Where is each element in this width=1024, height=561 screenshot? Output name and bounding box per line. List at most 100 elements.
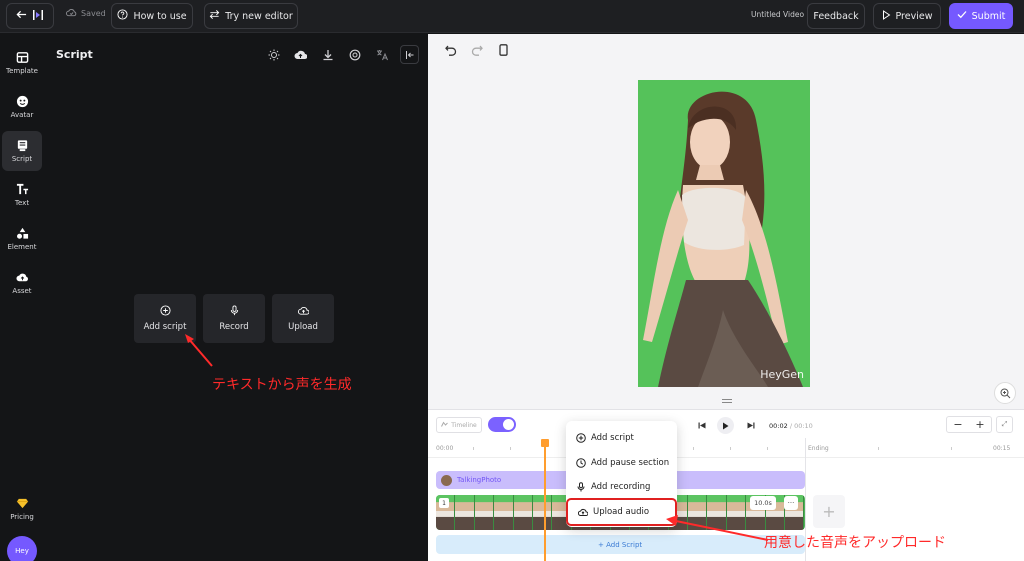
watermark: HeyGen: [760, 368, 804, 381]
zoom-out-icon[interactable]: −: [953, 418, 962, 431]
menu-item-add-recording[interactable]: Add recording: [566, 475, 677, 499]
plus-small-icon: +: [598, 541, 607, 549]
top-bar: Saved How to use Try new editor Untitled…: [0, 0, 1024, 33]
phone-ratio-icon[interactable]: [496, 43, 510, 57]
playhead[interactable]: [541, 439, 549, 561]
nav-label-text: Text: [14, 199, 30, 207]
saved-status: Saved: [66, 8, 106, 19]
annotation-arrow-right: [666, 515, 769, 541]
skip-back-icon: [698, 422, 705, 429]
bulb-icon[interactable]: [265, 46, 282, 63]
feedback-label: Feedback: [813, 10, 859, 22]
feedback-button[interactable]: Feedback: [807, 3, 865, 29]
clip-frame: [474, 495, 495, 530]
timeline-mode-button[interactable]: Timeline: [436, 417, 482, 433]
talking-photo-label: TalkingPhoto: [457, 476, 502, 484]
play-outline-icon: [882, 9, 891, 23]
menu-item-add-script[interactable]: Add script: [566, 426, 677, 450]
add-script-track-label[interactable]: + Add Script: [598, 541, 642, 549]
total-time: / 00:10: [789, 422, 813, 430]
nav-item-text[interactable]: Text: [2, 175, 42, 215]
diamond-icon: [16, 498, 28, 509]
play-button[interactable]: [717, 417, 734, 434]
menu-label: Add script: [591, 433, 634, 443]
back-button[interactable]: [6, 3, 54, 29]
microphone-icon: [577, 482, 585, 492]
submit-button[interactable]: Submit: [949, 3, 1013, 29]
ruler-tick: [473, 447, 474, 450]
how-to-use-button[interactable]: How to use: [111, 3, 193, 29]
template-icon: [16, 52, 28, 63]
how-to-use-label: How to use: [133, 10, 187, 22]
collapse-panel-icon[interactable]: [400, 45, 419, 64]
video-title[interactable]: Untitled Video: [751, 10, 804, 19]
cloud-upload-icon[interactable]: [292, 46, 309, 63]
current-time: 00:02: [769, 422, 788, 430]
menu-item-upload-audio[interactable]: Upload audio: [566, 498, 677, 526]
nav-item-pricing[interactable]: Pricing: [2, 489, 42, 529]
menu-item-add-pause-section[interactable]: Add pause section: [566, 451, 677, 475]
pause-clock-icon: [576, 458, 586, 468]
submit-label: Submit: [971, 10, 1006, 22]
clip-frame: [455, 495, 475, 530]
ruler-right-label: 00:15: [993, 445, 1011, 452]
question-circle-icon: [117, 9, 128, 23]
app-root: Saved How to use Try new editor Untitled…: [0, 0, 1024, 561]
clip-number: 1: [439, 498, 449, 508]
script-panel: Script Add script Record Upload: [44, 34, 428, 561]
undo-icon[interactable]: [444, 43, 458, 57]
annotation-text-left: テキストから声を生成: [212, 377, 352, 393]
nav-label-pricing: Pricing: [10, 513, 34, 521]
openai-icon[interactable]: [346, 46, 363, 63]
add-clip-button[interactable]: +: [813, 495, 845, 528]
timeline-icon: [441, 421, 449, 429]
clip-frame: [532, 495, 553, 530]
skip-back-button[interactable]: [693, 417, 710, 434]
cloud-check-icon: [66, 8, 77, 19]
ruler-tick: [693, 447, 694, 450]
nav-label-asset: Asset: [12, 287, 32, 295]
person-figure: [643, 91, 803, 387]
arrow-left-icon: [16, 9, 27, 23]
menu-label: Upload audio: [593, 507, 650, 517]
preview-button[interactable]: Preview: [873, 3, 941, 29]
preview-area: HeyGen: [428, 34, 1024, 409]
zoom-in-plus-icon[interactable]: +: [975, 418, 984, 431]
plus-circle-icon: [576, 433, 586, 443]
element-icon: [16, 227, 28, 239]
redo-icon[interactable]: [470, 43, 484, 57]
cloud-upload-icon: [578, 508, 588, 516]
user-avatar-label: Hey: [15, 547, 29, 555]
try-new-editor-button[interactable]: Try new editor: [204, 3, 298, 29]
upload-tile[interactable]: Upload: [272, 294, 334, 343]
plus-circle-icon: [159, 305, 171, 316]
nav-item-element[interactable]: Element: [2, 219, 42, 259]
user-avatar[interactable]: Hey: [7, 536, 37, 561]
avatar-photo[interactable]: HeyGen: [638, 80, 810, 387]
ruler-tick: [767, 447, 768, 450]
expand-icon: ⤢: [1001, 420, 1008, 428]
nav-item-script[interactable]: Script: [2, 131, 42, 171]
clip-more-button[interactable]: ···: [784, 496, 798, 510]
skip-forward-button[interactable]: [742, 417, 759, 434]
add-script-text: Add Script: [606, 541, 643, 549]
download-icon[interactable]: [319, 46, 336, 63]
preview-zoom-button[interactable]: [994, 382, 1016, 404]
expand-timeline-button[interactable]: ⤢: [996, 416, 1013, 433]
nav-item-avatar[interactable]: Avatar: [2, 87, 42, 127]
nav-item-asset[interactable]: Asset: [2, 263, 42, 303]
timeline-toggle[interactable]: [488, 417, 516, 432]
ruler-ending-label: Ending: [808, 445, 829, 452]
upload-label: Upload: [288, 322, 318, 332]
clip-frame: [494, 495, 514, 530]
menu-label: Add recording: [591, 482, 651, 492]
nav-item-template[interactable]: Template: [2, 43, 42, 83]
clip-duration[interactable]: 10.0s: [750, 496, 776, 510]
resize-handle[interactable]: [722, 399, 732, 403]
swap-icon: [209, 9, 220, 23]
ruler-tick: [951, 447, 952, 450]
translate-icon[interactable]: [373, 46, 390, 63]
skip-forward-icon: [747, 422, 754, 429]
ruler-tick: [510, 447, 511, 450]
nav-label-element: Element: [7, 243, 37, 251]
